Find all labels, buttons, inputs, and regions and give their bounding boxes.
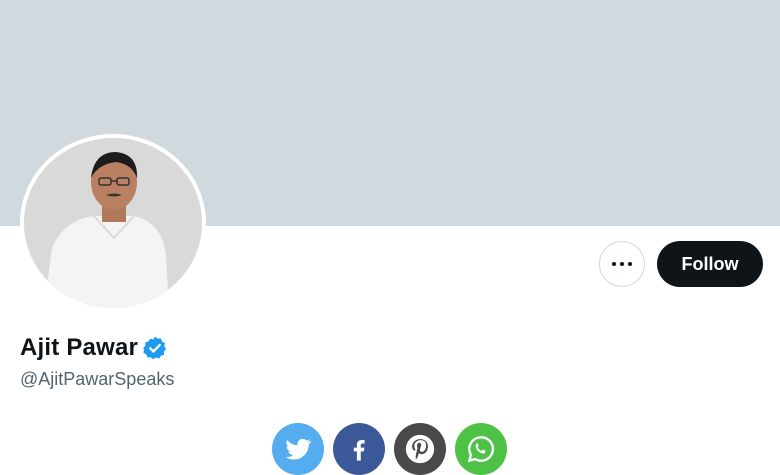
profile-name-row: Ajit Pawar — [20, 334, 168, 362]
follow-button[interactable]: Follow — [657, 241, 763, 287]
avatar-frame — [20, 134, 206, 312]
share-facebook-button[interactable] — [333, 423, 385, 475]
display-name: Ajit Pawar — [20, 334, 139, 361]
share-whatsapp-button[interactable] — [455, 423, 507, 475]
verified-badge-icon[interactable] — [142, 335, 168, 361]
share-buttons — [272, 423, 516, 475]
facebook-icon — [353, 440, 365, 461]
pinterest-icon — [405, 434, 435, 464]
profile-handle: @AjitPawarSpeaks — [20, 369, 175, 389]
avatar-photo — [24, 138, 202, 308]
whatsapp-icon — [467, 436, 495, 463]
share-pinterest-button[interactable] — [394, 423, 446, 475]
more-options-button[interactable] — [599, 241, 645, 287]
avatar[interactable] — [24, 138, 202, 308]
share-twitter-button[interactable] — [272, 423, 324, 475]
twitter-icon — [285, 438, 312, 460]
more-horizontal-icon — [612, 262, 616, 266]
